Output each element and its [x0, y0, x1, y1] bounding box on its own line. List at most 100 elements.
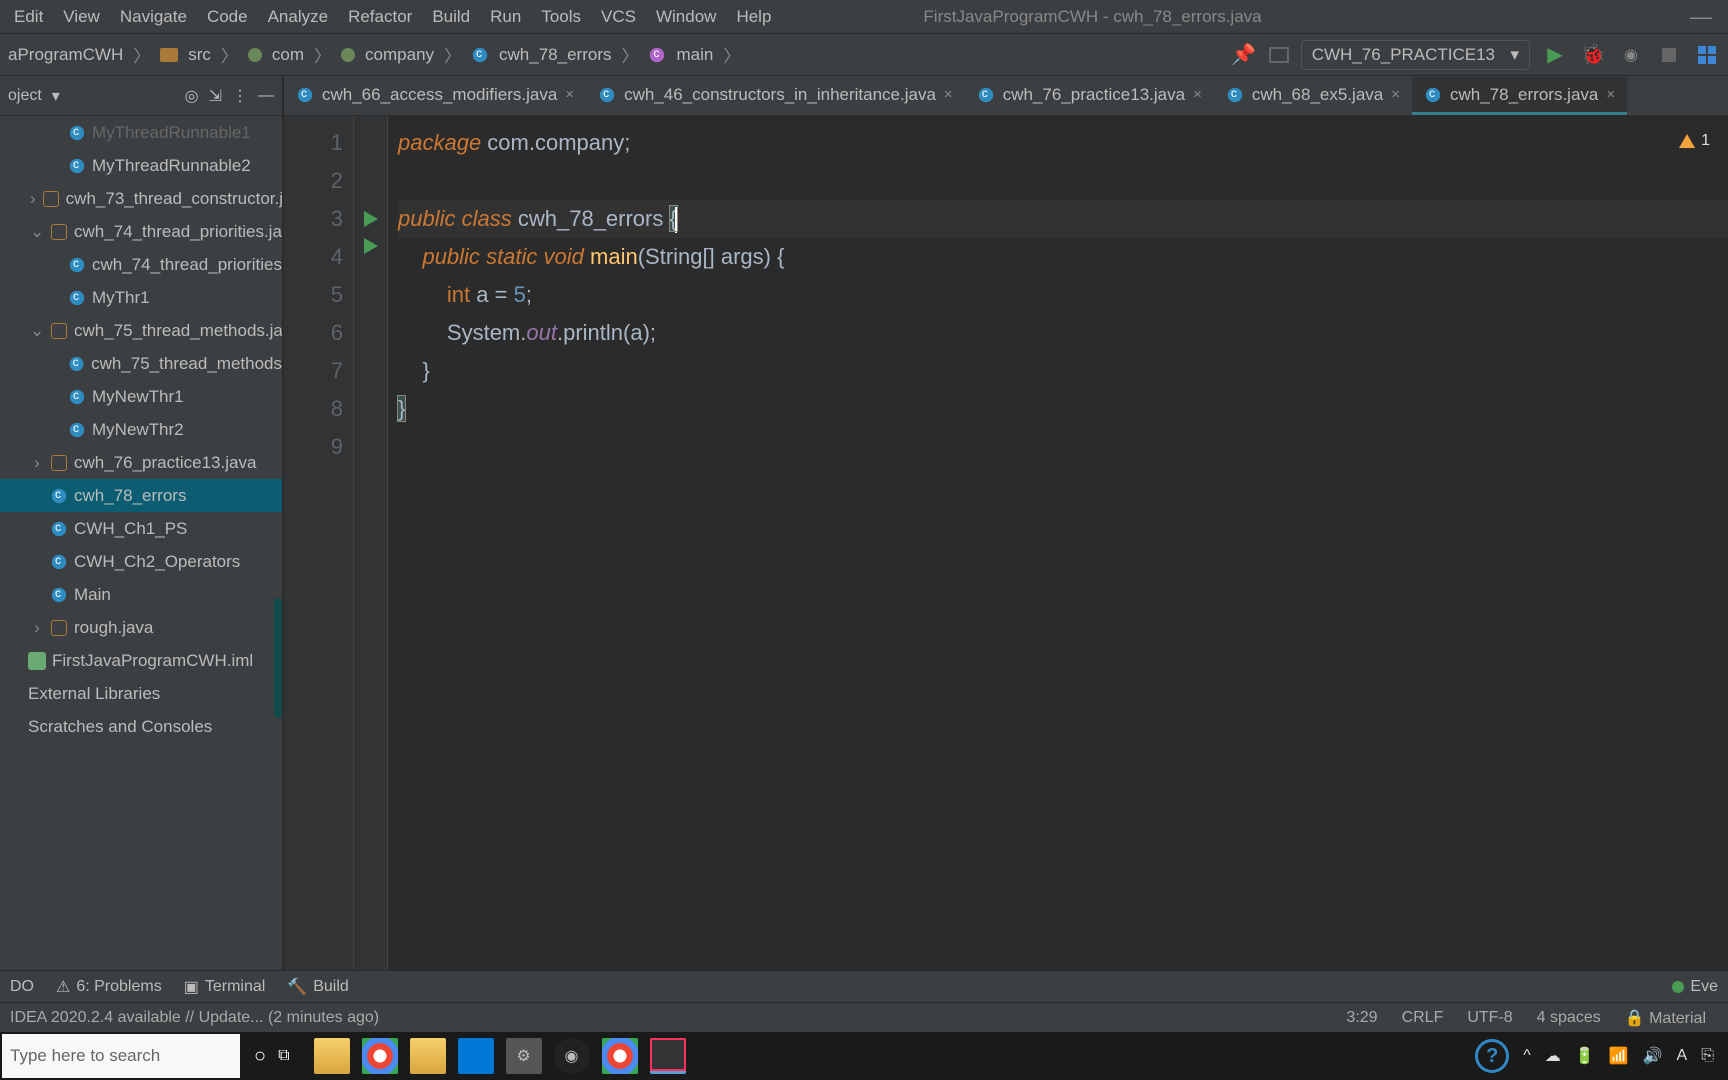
file-encoding[interactable]: UTF-8 — [1455, 1009, 1524, 1027]
code-editor[interactable]: 1 package com.company; public class cwh_… — [388, 116, 1728, 970]
todo-tool[interactable]: DO — [10, 978, 34, 996]
device-icon[interactable] — [1269, 47, 1289, 63]
bc-company[interactable]: company — [365, 45, 434, 65]
menu-vcs[interactable]: VCS — [593, 5, 644, 29]
expand-icon[interactable]: ⌄ — [30, 222, 44, 242]
build-tool[interactable]: 🔨 Build — [287, 977, 349, 997]
expand-icon[interactable]: › — [30, 618, 44, 638]
tree-row[interactable]: cwh_74_thread_priorities — [0, 248, 282, 281]
tree-row[interactable]: ⌄cwh_75_thread_methods.java — [0, 314, 282, 347]
menu-tools[interactable]: Tools — [533, 5, 589, 29]
menu-refactor[interactable]: Refactor — [340, 5, 420, 29]
close-tab-icon[interactable]: × — [944, 86, 953, 103]
close-tab-icon[interactable]: × — [1391, 86, 1400, 103]
run-line-icon[interactable] — [364, 211, 378, 227]
project-tree[interactable]: MyThreadRunnable1MyThreadRunnable2›cwh_7… — [0, 116, 282, 970]
view-dropdown-icon[interactable]: ▾ — [52, 86, 60, 106]
bc-com[interactable]: com — [272, 45, 304, 65]
caret-position[interactable]: 3:29 — [1334, 1009, 1389, 1027]
tree-row[interactable]: cwh_78_errors — [0, 479, 282, 512]
menu-run[interactable]: Run — [482, 5, 529, 29]
tree-row[interactable]: ⌄cwh_74_thread_priorities.java — [0, 215, 282, 248]
minimize-icon[interactable]: — — [1680, 4, 1722, 30]
expand-icon[interactable]: › — [30, 189, 36, 209]
warnings-badge[interactable]: 1 — [1679, 122, 1710, 160]
settings-icon[interactable]: ⋮ — [232, 86, 248, 106]
help-icon[interactable]: ? — [1475, 1039, 1509, 1073]
obs-taskbar-icon[interactable]: ◉ — [554, 1038, 590, 1074]
run-config-dropdown[interactable]: CWH_76_PRACTICE13 — [1301, 40, 1530, 70]
tray-volume-icon[interactable]: 🔊 — [1643, 1046, 1663, 1066]
tree-row[interactable]: ›rough.java — [0, 611, 282, 644]
vscode-taskbar-icon[interactable] — [458, 1038, 494, 1074]
editor-tab[interactable]: cwh_66_access_modifiers.java× — [284, 77, 586, 115]
tray-lang-icon[interactable]: A — [1677, 1047, 1688, 1065]
menu-window[interactable]: Window — [648, 5, 724, 29]
folder-taskbar-icon[interactable] — [410, 1038, 446, 1074]
hide-icon[interactable]: — — [258, 87, 274, 105]
cortana-icon[interactable]: ○ — [254, 1045, 266, 1068]
tree-row[interactable]: MyNewThr2 — [0, 413, 282, 446]
layout-grid-icon[interactable] — [1694, 42, 1720, 68]
close-tab-icon[interactable]: × — [1193, 86, 1202, 103]
tree-row[interactable]: CWH_Ch1_PS — [0, 512, 282, 545]
tree-row[interactable]: MyThr1 — [0, 281, 282, 314]
tree-row[interactable]: ›cwh_76_practice13.java — [0, 446, 282, 479]
tree-row[interactable]: MyThreadRunnable1 — [0, 116, 282, 149]
coverage-button[interactable]: ◉ — [1618, 42, 1644, 68]
pin-icon[interactable]: 📌 — [1231, 42, 1257, 68]
bc-method[interactable]: main — [676, 45, 713, 65]
terminal-tool[interactable]: ▣ Terminal — [184, 977, 266, 997]
problems-tool[interactable]: ⚠ 6: Problems — [56, 977, 162, 997]
tray-battery-icon[interactable]: 🔋 — [1575, 1046, 1595, 1066]
event-log-tool[interactable]: Eve — [1672, 978, 1718, 996]
tray-up-icon[interactable]: ^ — [1523, 1047, 1531, 1065]
tree-row[interactable]: MyThreadRunnable2 — [0, 149, 282, 182]
tray-cloud-icon[interactable]: ☁ — [1545, 1046, 1561, 1066]
stop-button[interactable] — [1656, 42, 1682, 68]
line-separator[interactable]: CRLF — [1390, 1009, 1456, 1027]
project-view-label[interactable]: oject — [8, 87, 42, 105]
tree-row[interactable]: CWH_Ch2_Operators — [0, 545, 282, 578]
theme-indicator[interactable]: 🔒 Material — [1613, 1008, 1718, 1028]
tray-share-icon[interactable]: ⎘ — [1701, 1047, 1714, 1065]
windows-search[interactable]: Type here to search — [2, 1034, 240, 1078]
expand-icon[interactable]: › — [30, 453, 44, 473]
chrome2-taskbar-icon[interactable] — [602, 1038, 638, 1074]
expand-icon[interactable]: ⌄ — [30, 321, 44, 341]
indent-setting[interactable]: 4 spaces — [1525, 1009, 1613, 1027]
collapse-icon[interactable]: ⇲ — [209, 86, 222, 106]
tree-row[interactable]: cwh_75_thread_methods — [0, 347, 282, 380]
tree-row[interactable]: External Libraries — [0, 677, 282, 710]
tree-row[interactable]: MyNewThr1 — [0, 380, 282, 413]
editor-tab[interactable]: cwh_68_ex5.java× — [1214, 77, 1412, 115]
close-tab-icon[interactable]: × — [1606, 86, 1615, 103]
bc-class[interactable]: cwh_78_errors — [499, 45, 611, 65]
task-view-icon[interactable]: ⧉ — [278, 1047, 289, 1065]
menu-view[interactable]: View — [55, 5, 108, 29]
menu-help[interactable]: Help — [728, 5, 779, 29]
tree-row[interactable]: Main — [0, 578, 282, 611]
settings-taskbar-icon[interactable]: ⚙ — [506, 1038, 542, 1074]
close-tab-icon[interactable]: × — [565, 86, 574, 103]
chrome-taskbar-icon[interactable] — [362, 1038, 398, 1074]
menu-code[interactable]: Code — [199, 5, 256, 29]
editor-tab[interactable]: cwh_76_practice13.java× — [965, 77, 1214, 115]
target-icon[interactable]: ◎ — [185, 86, 199, 106]
explorer-taskbar-icon[interactable] — [314, 1038, 350, 1074]
menu-analyze[interactable]: Analyze — [260, 5, 336, 29]
update-notice[interactable]: IDEA 2020.2.4 available // Update... (2 … — [10, 1009, 379, 1027]
tray-wifi-icon[interactable]: 📶 — [1609, 1046, 1629, 1066]
bc-src[interactable]: src — [188, 45, 211, 65]
run-button[interactable]: ▶ — [1542, 42, 1568, 68]
tree-row[interactable]: ›cwh_73_thread_constructor.java — [0, 182, 282, 215]
menu-build[interactable]: Build — [424, 5, 478, 29]
editor-tab[interactable]: cwh_78_errors.java× — [1412, 77, 1627, 115]
debug-button[interactable]: 🐞 — [1580, 42, 1606, 68]
bc-root[interactable]: aProgramCWH — [8, 45, 123, 65]
editor-tab[interactable]: cwh_46_constructors_in_inheritance.java× — [586, 77, 965, 115]
run-gutter[interactable] — [354, 116, 388, 970]
intellij-taskbar-icon[interactable] — [650, 1038, 686, 1074]
menu-navigate[interactable]: Navigate — [112, 5, 195, 29]
run-line-icon[interactable] — [364, 238, 378, 254]
